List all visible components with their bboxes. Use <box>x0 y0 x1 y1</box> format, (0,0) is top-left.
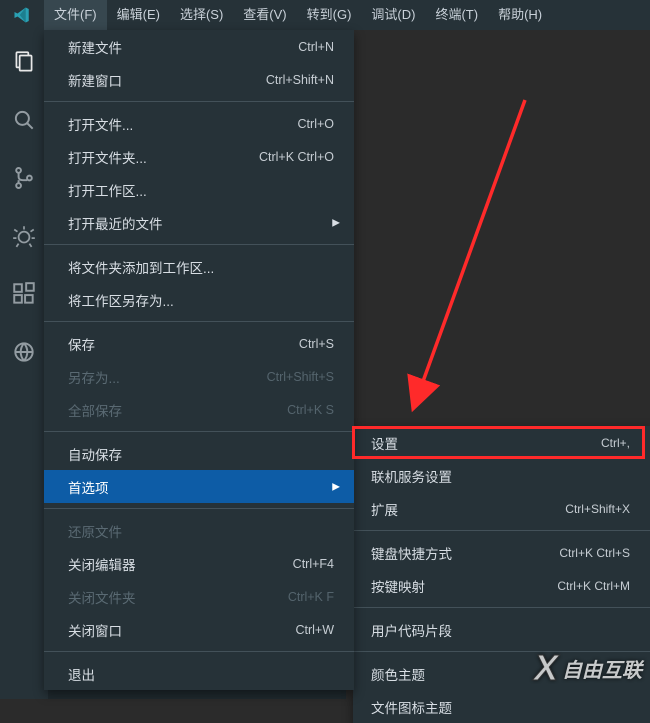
submenu-item-label: 用户代码片段 <box>371 620 630 640</box>
vscode-icon <box>13 6 31 24</box>
menu-separator <box>44 508 354 509</box>
submenu-item-10[interactable]: 文件图标主题 <box>353 690 650 723</box>
submenu-separator <box>353 607 650 608</box>
menu-item-label: 关闭编辑器 <box>68 554 293 574</box>
menu-item-6[interactable]: 打开最近的文件▶ <box>44 206 354 239</box>
menu-item-23[interactable]: 退出 <box>44 657 354 690</box>
watermark-logo: X <box>534 647 558 689</box>
submenu-item-label: 文件图标主题 <box>371 697 630 717</box>
file-menu-dropdown: 新建文件Ctrl+N新建窗口Ctrl+Shift+N打开文件...Ctrl+O打… <box>44 30 354 690</box>
menu-item-label: 自动保存 <box>68 444 334 464</box>
menu-separator <box>44 321 354 322</box>
submenu-item-label: 联机服务设置 <box>371 466 630 486</box>
menu-item-shortcut: Ctrl+K S <box>287 403 334 417</box>
chevron-right-icon: ▶ <box>332 217 340 228</box>
menu-item-shortcut: Ctrl+W <box>295 623 334 637</box>
source-control-icon[interactable] <box>1 160 47 196</box>
menu-item-3[interactable]: 打开文件...Ctrl+O <box>44 107 354 140</box>
submenu-item-2[interactable]: 扩展Ctrl+Shift+X <box>353 492 650 525</box>
menubar-item-0[interactable]: 文件(F) <box>44 0 107 30</box>
submenu-item-7[interactable]: 用户代码片段 <box>353 613 650 646</box>
menu-item-shortcut: Ctrl+F4 <box>293 557 334 571</box>
watermark: X 自由互联 <box>534 647 642 689</box>
menu-item-label: 首选项 <box>68 477 334 497</box>
menu-item-label: 保存 <box>68 334 299 354</box>
menu-item-9[interactable]: 将工作区另存为... <box>44 283 354 316</box>
menu-item-21[interactable]: 关闭窗口Ctrl+W <box>44 613 354 646</box>
menu-item-label: 退出 <box>68 664 334 684</box>
menu-item-label: 另存为... <box>68 367 267 387</box>
menubar-item-4[interactable]: 转到(G) <box>297 0 362 30</box>
menu-item-shortcut: Ctrl+K Ctrl+O <box>259 150 334 164</box>
menu-separator <box>44 651 354 652</box>
submenu-separator <box>353 530 650 531</box>
menu-item-16[interactable]: 首选项▶ <box>44 470 354 503</box>
menu-item-label: 打开工作区... <box>68 180 334 200</box>
menu-item-label: 新建窗口 <box>68 70 266 90</box>
submenu-item-5[interactable]: 按键映射Ctrl+K Ctrl+M <box>353 569 650 602</box>
menu-separator <box>44 431 354 432</box>
menu-item-19[interactable]: 关闭编辑器Ctrl+F4 <box>44 547 354 580</box>
menubar: 文件(F)编辑(E)选择(S)查看(V)转到(G)调试(D)终端(T)帮助(H) <box>0 0 650 30</box>
menubar-item-6[interactable]: 终端(T) <box>425 0 488 30</box>
submenu-item-shortcut: Ctrl+Shift+X <box>565 502 630 516</box>
menu-item-label: 关闭文件夹 <box>68 587 288 607</box>
menu-item-label: 打开文件... <box>68 114 298 134</box>
menu-item-label: 打开文件夹... <box>68 147 259 167</box>
menu-item-label: 将文件夹添加到工作区... <box>68 257 334 277</box>
menu-item-13: 全部保存Ctrl+K S <box>44 393 354 426</box>
submenu-item-shortcut: Ctrl+K Ctrl+S <box>559 546 630 560</box>
menu-separator <box>44 244 354 245</box>
submenu-item-4[interactable]: 键盘快捷方式Ctrl+K Ctrl+S <box>353 536 650 569</box>
menu-item-18: 还原文件 <box>44 514 354 547</box>
search-icon[interactable] <box>1 102 47 138</box>
menu-item-label: 将工作区另存为... <box>68 290 334 310</box>
menu-item-11[interactable]: 保存Ctrl+S <box>44 327 354 360</box>
menu-item-12: 另存为...Ctrl+Shift+S <box>44 360 354 393</box>
submenu-item-shortcut: Ctrl+K Ctrl+M <box>557 579 630 593</box>
menubar-item-2[interactable]: 选择(S) <box>170 0 233 30</box>
chevron-right-icon: ▶ <box>332 481 340 492</box>
menu-item-1[interactable]: 新建窗口Ctrl+Shift+N <box>44 63 354 96</box>
watermark-text: 自由互联 <box>562 654 642 683</box>
menu-item-15[interactable]: 自动保存 <box>44 437 354 470</box>
menu-item-shortcut: Ctrl+N <box>298 40 334 54</box>
menu-item-shortcut: Ctrl+Shift+S <box>267 370 334 384</box>
menu-item-shortcut: Ctrl+O <box>298 117 334 131</box>
menu-item-0[interactable]: 新建文件Ctrl+N <box>44 30 354 63</box>
menubar-item-7[interactable]: 帮助(H) <box>488 0 552 30</box>
extensions-icon[interactable] <box>1 276 47 312</box>
submenu-item-label: 设置 <box>371 433 601 453</box>
menu-separator <box>44 101 354 102</box>
menu-item-shortcut: Ctrl+Shift+N <box>266 73 334 87</box>
menu-item-20: 关闭文件夹Ctrl+K F <box>44 580 354 613</box>
app-logo <box>0 0 44 30</box>
menubar-item-3[interactable]: 查看(V) <box>233 0 296 30</box>
menubar-item-1[interactable]: 编辑(E) <box>107 0 170 30</box>
submenu-item-1[interactable]: 联机服务设置 <box>353 459 650 492</box>
submenu-item-0[interactable]: 设置Ctrl+, <box>353 426 650 459</box>
debug-icon[interactable] <box>1 218 47 254</box>
menu-item-label: 全部保存 <box>68 400 287 420</box>
menu-item-label: 新建文件 <box>68 37 298 57</box>
menu-item-label: 还原文件 <box>68 521 334 541</box>
menu-item-label: 打开最近的文件 <box>68 213 334 233</box>
menu-item-8[interactable]: 将文件夹添加到工作区... <box>44 250 354 283</box>
menubar-item-5[interactable]: 调试(D) <box>361 0 425 30</box>
activity-bar <box>0 30 48 699</box>
submenu-item-label: 键盘快捷方式 <box>371 543 559 563</box>
menu-item-4[interactable]: 打开文件夹...Ctrl+K Ctrl+O <box>44 140 354 173</box>
explorer-icon[interactable] <box>1 44 47 80</box>
submenu-item-shortcut: Ctrl+, <box>601 436 630 450</box>
menu-item-shortcut: Ctrl+S <box>299 337 334 351</box>
menu-item-shortcut: Ctrl+K F <box>288 590 334 604</box>
submenu-item-label: 扩展 <box>371 499 565 519</box>
menu-item-5[interactable]: 打开工作区... <box>44 173 354 206</box>
remote-icon[interactable] <box>1 334 47 370</box>
menu-item-label: 关闭窗口 <box>68 620 295 640</box>
submenu-item-label: 按键映射 <box>371 576 557 596</box>
